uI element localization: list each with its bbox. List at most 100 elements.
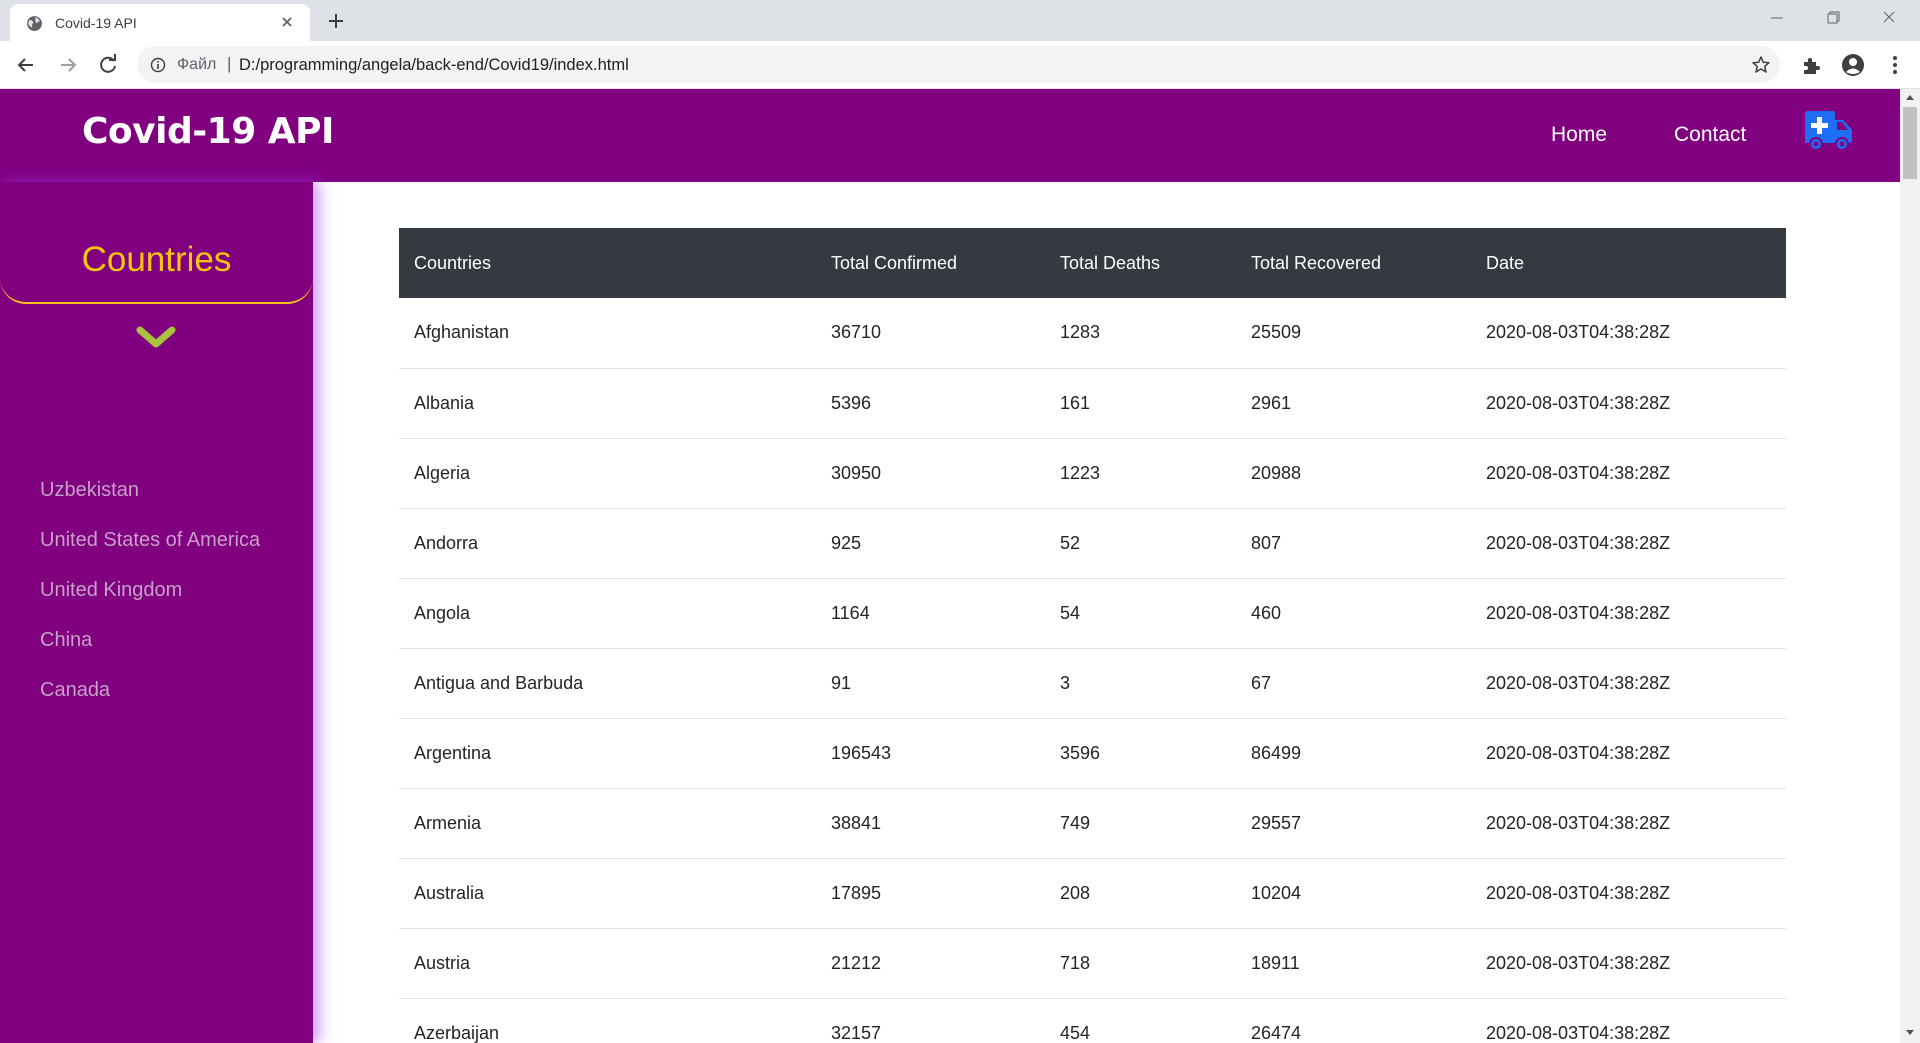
cell-confirmed: 38841	[816, 788, 1045, 859]
cell-country: Australia	[399, 858, 816, 929]
sidebar-country-item[interactable]: United Kingdom	[40, 578, 260, 628]
header-total-confirmed: Total Confirmed	[831, 252, 958, 273]
cell-country: Armenia	[399, 788, 816, 859]
back-arrow-icon[interactable]	[13, 52, 39, 78]
country-list: Uzbekistan United States of America Unit…	[40, 478, 260, 728]
cell-confirmed: 17895	[816, 858, 1045, 929]
table-row: Albania 5396 161 2961 2020-08-03T04:38:2…	[399, 368, 1786, 439]
cell-date: 2020-08-03T04:38:28Z	[1471, 578, 1786, 649]
scroll-up-arrow-icon[interactable]	[1905, 93, 1915, 101]
cell-deaths: 454	[1045, 998, 1236, 1043]
cell-deaths: 54	[1045, 578, 1236, 649]
globe-icon	[27, 16, 42, 31]
cell-recovered: 25509	[1236, 298, 1471, 369]
header-date: Date	[1486, 252, 1525, 273]
reload-icon[interactable]	[95, 52, 121, 78]
sidebar-country-item[interactable]: Uzbekistan	[40, 478, 260, 528]
url-scheme-label: Файл	[177, 56, 217, 73]
cell-recovered: 26474	[1236, 998, 1471, 1043]
new-tab-plus-icon[interactable]	[325, 10, 347, 32]
browser-tabstrip: Covid-19 API	[0, 0, 1920, 41]
cell-country: Antigua and Barbuda	[399, 648, 816, 719]
tab-title: Covid-19 API	[55, 15, 137, 31]
kebab-menu-icon[interactable]	[1883, 53, 1907, 77]
restore-icon[interactable]	[1821, 8, 1845, 28]
sidebar-country-item[interactable]: United States of America	[40, 528, 260, 578]
cell-date: 2020-08-03T04:38:28Z	[1471, 438, 1786, 509]
cell-date: 2020-08-03T04:38:28Z	[1471, 998, 1786, 1043]
cell-recovered: 20988	[1236, 438, 1471, 509]
cell-confirmed: 196543	[816, 718, 1045, 789]
cell-deaths: 3596	[1045, 718, 1236, 789]
header-total-recovered: Total Recovered	[1251, 252, 1382, 273]
cell-recovered: 86499	[1236, 718, 1471, 789]
close-icon[interactable]	[278, 13, 296, 31]
browser-tab[interactable]: Covid-19 API	[10, 4, 310, 41]
scrollbar-thumb[interactable]	[1903, 107, 1917, 179]
cell-confirmed: 21212	[816, 928, 1045, 999]
cell-confirmed: 36710	[816, 298, 1045, 369]
forward-arrow-icon[interactable]	[55, 52, 81, 78]
cell-recovered: 10204	[1236, 858, 1471, 929]
table-row: Austria 21212 718 18911 2020-08-03T04:38…	[399, 928, 1786, 999]
chevron-down-icon[interactable]	[136, 325, 176, 351]
cell-recovered: 2961	[1236, 368, 1471, 439]
cell-country: Afghanistan	[399, 298, 816, 369]
nav-link-contact[interactable]: Contact	[1674, 123, 1746, 147]
table-row: Australia 17895 208 10204 2020-08-03T04:…	[399, 858, 1786, 929]
cell-date: 2020-08-03T04:38:28Z	[1471, 298, 1786, 369]
info-icon[interactable]	[150, 57, 166, 73]
cell-date: 2020-08-03T04:38:28Z	[1471, 788, 1786, 859]
extensions-puzzle-icon[interactable]	[1799, 53, 1823, 77]
cell-confirmed: 1164	[816, 578, 1045, 649]
cell-country: Angola	[399, 578, 816, 649]
cell-date: 2020-08-03T04:38:28Z	[1471, 508, 1786, 579]
web-page: Covid-19 API Home Contact Countries Uzbe…	[0, 89, 1920, 1043]
table-row: Azerbaijan 32157 454 26474 2020-08-03T04…	[399, 998, 1786, 1043]
bookmark-star-icon[interactable]	[1751, 55, 1771, 75]
cell-confirmed: 32157	[816, 998, 1045, 1043]
sidebar-header: Countries	[0, 182, 313, 304]
brand-title[interactable]: Covid-19 API	[82, 111, 334, 152]
minimize-icon[interactable]	[1765, 8, 1789, 28]
cell-country: Azerbaijan	[399, 998, 816, 1043]
nav-link-home[interactable]: Home	[1551, 123, 1607, 147]
cell-confirmed: 5396	[816, 368, 1045, 439]
cell-country: Algeria	[399, 438, 816, 509]
cell-date: 2020-08-03T04:38:28Z	[1471, 858, 1786, 929]
profile-avatar-icon[interactable]	[1841, 53, 1865, 77]
cell-deaths: 718	[1045, 928, 1236, 999]
cell-deaths: 1283	[1045, 298, 1236, 369]
cell-recovered: 460	[1236, 578, 1471, 649]
cell-recovered: 18911	[1236, 928, 1471, 999]
cell-recovered: 807	[1236, 508, 1471, 579]
scroll-down-arrow-icon[interactable]	[1905, 1029, 1915, 1037]
covid-table-container: Countries Total Confirmed Total Deaths T…	[399, 228, 1786, 1043]
cell-date: 2020-08-03T04:38:28Z	[1471, 718, 1786, 789]
cell-country: Albania	[399, 368, 816, 439]
ambulance-icon	[1805, 111, 1852, 151]
cell-deaths: 208	[1045, 858, 1236, 929]
cell-confirmed: 30950	[816, 438, 1045, 509]
cell-deaths: 161	[1045, 368, 1236, 439]
table-row: Argentina 196543 3596 86499 2020-08-03T0…	[399, 718, 1786, 789]
table-header-row: Countries Total Confirmed Total Deaths T…	[399, 228, 1786, 298]
cell-country: Austria	[399, 928, 816, 999]
window-close-icon[interactable]	[1877, 8, 1901, 28]
cell-deaths: 749	[1045, 788, 1236, 859]
cell-deaths: 3	[1045, 648, 1236, 719]
cell-date: 2020-08-03T04:38:28Z	[1471, 368, 1786, 439]
cell-recovered: 67	[1236, 648, 1471, 719]
address-bar[interactable]: Файл | D:/programming/angela/back-end/Co…	[137, 46, 1780, 83]
url-separator: |	[227, 54, 232, 73]
table-row: Angola 1164 54 460 2020-08-03T04:38:28Z	[399, 578, 1786, 649]
sidebar-country-item[interactable]: China	[40, 628, 260, 678]
page-scrollbar[interactable]	[1900, 89, 1920, 1043]
sidebar-country-item[interactable]: Canada	[40, 678, 260, 728]
cell-country: Argentina	[399, 718, 816, 789]
countries-sidebar: Countries Uzbekistan United States of Am…	[0, 182, 313, 1043]
table-row: Armenia 38841 749 29557 2020-08-03T04:38…	[399, 788, 1786, 859]
url-text[interactable]: D:/programming/angela/back-end/Covid19/i…	[239, 56, 629, 75]
header-total-deaths: Total Deaths	[1060, 252, 1161, 273]
top-navbar: Covid-19 API Home Contact	[0, 89, 1900, 182]
